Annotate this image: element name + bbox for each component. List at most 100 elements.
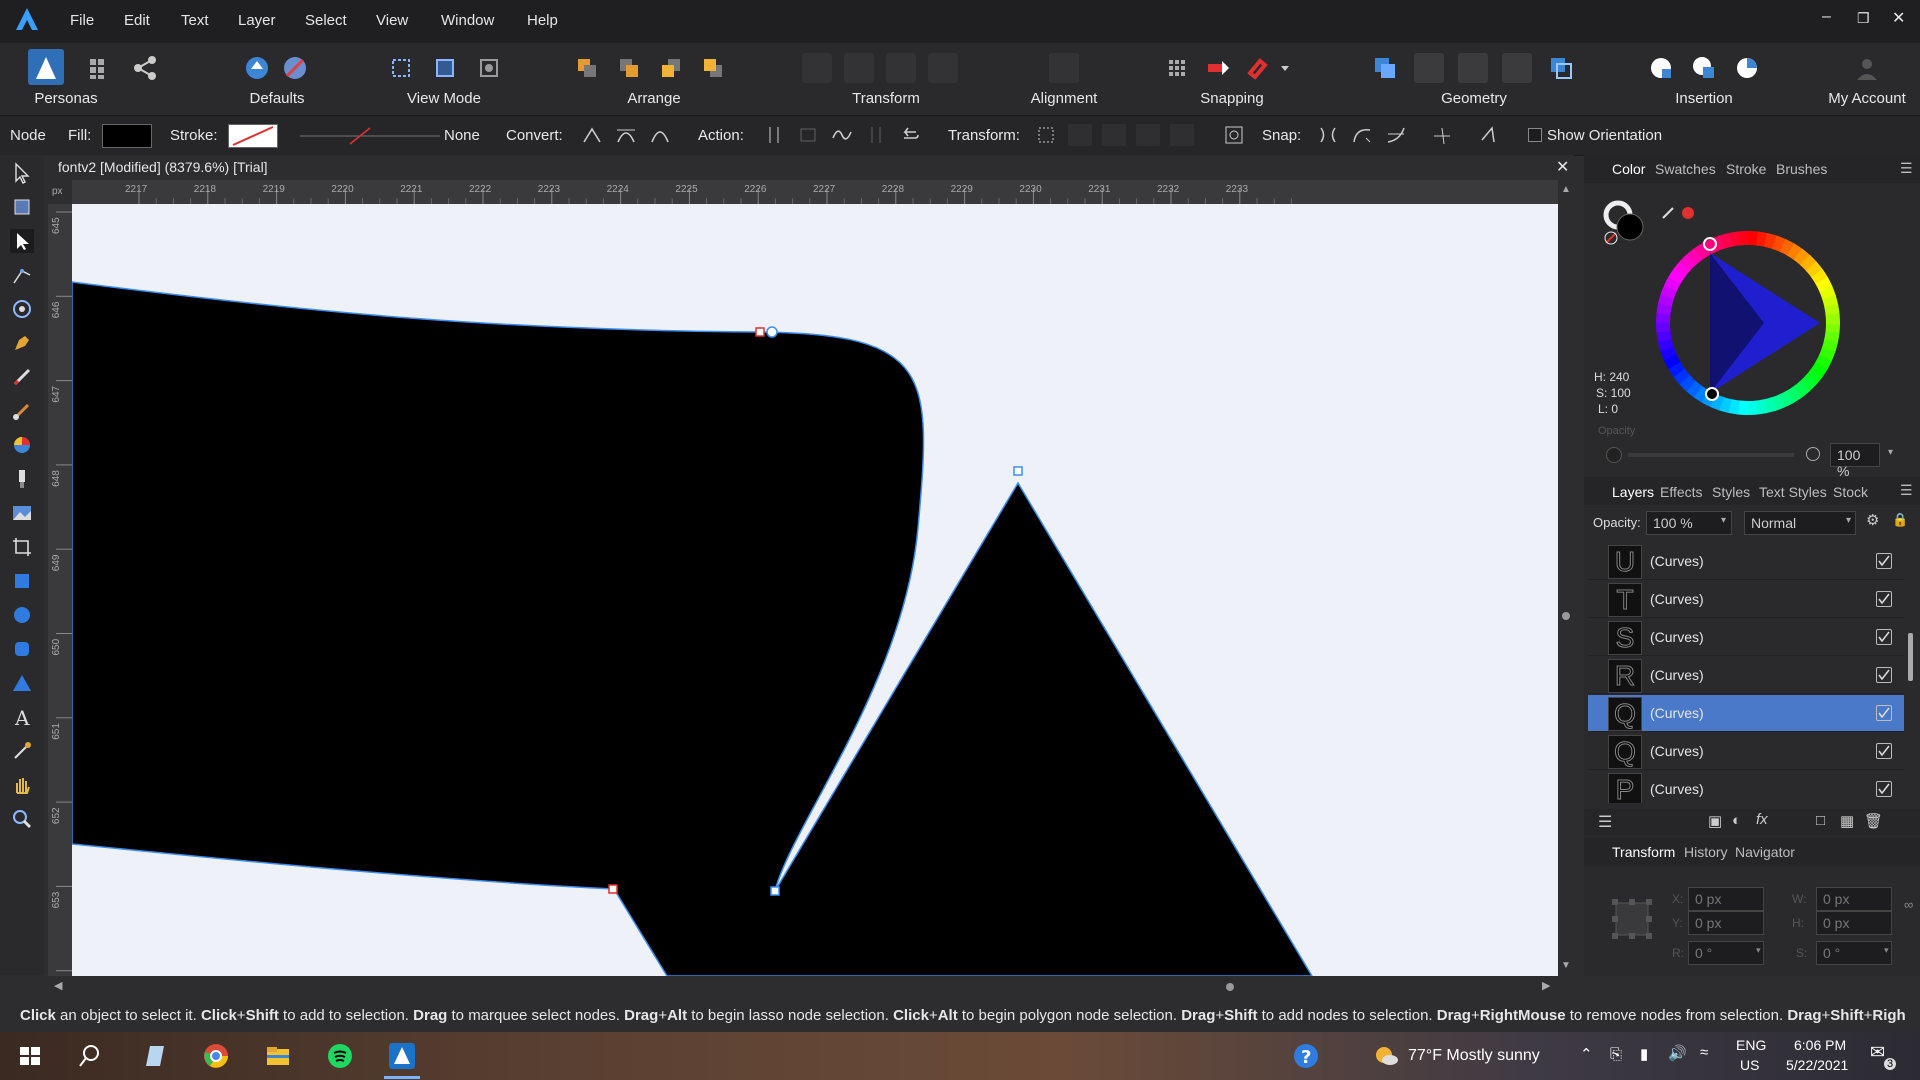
layers-scroll-thumb[interactable] [1908,633,1913,681]
tab-effects[interactable]: Effects [1660,484,1703,500]
weather-sun-icon[interactable] [1372,1042,1400,1070]
node-handle-bottom[interactable] [770,886,780,896]
transform-option-2-icon[interactable] [1068,124,1092,146]
color-wheel[interactable] [1654,229,1842,417]
transform-mode-icon[interactable] [1034,124,1058,146]
snap-option-4-icon[interactable] [1430,124,1454,146]
color-picker-tool-icon[interactable] [10,739,34,763]
layer-visibility-checkbox[interactable] [1876,591,1892,607]
snap-option-2-icon[interactable] [1350,124,1374,146]
restore-icon[interactable]: ❐ [1857,10,1870,27]
layer-visibility-checkbox[interactable] [1876,667,1892,683]
layer-row-selected[interactable]: Q (Curves) [1588,695,1904,732]
account-avatar-icon[interactable] [1852,53,1882,83]
blend-mode-dropdown-icon[interactable]: ▾ [1846,515,1851,526]
add-layer-icon[interactable]: □ [1816,812,1825,829]
language-eng[interactable]: ENG [1736,1037,1766,1053]
transparency-tool-icon[interactable] [10,467,34,491]
affinity-designer-logo-icon[interactable] [14,6,40,32]
clock-time[interactable]: 6:06 PM [1794,1037,1846,1053]
layer-settings-gear-icon[interactable]: ⚙ [1866,511,1879,529]
layer-stack-icon[interactable]: ☰ [1598,812,1612,832]
flip-vertical-icon[interactable] [844,53,874,83]
snapping-magnet-icon[interactable] [1242,53,1272,83]
tab-history[interactable]: History [1684,844,1728,860]
minimize-icon[interactable]: – [1822,8,1831,26]
move-forward-icon[interactable] [656,53,686,83]
view-tool-hand-icon[interactable] [10,773,34,797]
shear-field[interactable]: 0 ° [1816,941,1892,965]
intersect-geometry-icon[interactable] [1458,53,1488,83]
move-back-icon[interactable] [614,53,644,83]
tab-swatches[interactable]: Swatches [1655,161,1716,177]
insert-inside-icon[interactable] [1732,53,1762,83]
fx-layer-icon[interactable]: fx [1756,811,1768,828]
scroll-down-icon[interactable]: ▼ [1561,960,1571,971]
rectangle-tool-icon[interactable] [10,569,34,593]
view-mode-3-icon[interactable] [474,53,504,83]
scroll-up-icon[interactable]: ▲ [1561,184,1571,195]
help-tips-icon[interactable]: ? [1292,1042,1320,1070]
transform-option-4-icon[interactable] [1136,124,1160,146]
layer-row[interactable]: Q (Curves) [1588,733,1904,770]
text-tool-icon[interactable]: A [10,705,34,730]
anchor-selector-icon[interactable] [1610,897,1654,941]
designer-persona-icon[interactable] [28,49,64,85]
delete-layer-icon[interactable]: 🗑 [1864,812,1883,830]
layer-opacity-field[interactable]: 100 % [1646,511,1732,535]
mask-layer-icon[interactable]: ▣ [1708,812,1722,830]
vertical-scrollbar[interactable]: ▲ ▼ [1558,180,1574,976]
stroke-swatch[interactable] [228,124,278,148]
layer-opacity-dropdown-icon[interactable]: ▾ [1721,515,1726,526]
language-us[interactable]: US [1740,1057,1759,1073]
show-orientation-checkbox[interactable] [1528,128,1542,142]
alignment-icon[interactable] [1049,53,1079,83]
tab-layers[interactable]: Layers [1612,484,1654,500]
volume-icon[interactable]: 🔊 [1668,1044,1687,1062]
snap-option-3-icon[interactable] [1384,124,1408,146]
horizontal-ruler[interactable]: 2217 2218 2219 2220 2221 2222 2223 2224 2225 2226… [72,180,1558,205]
menu-view[interactable]: View [376,12,408,29]
tab-navigator[interactable]: Navigator [1735,844,1795,860]
insert-top-icon[interactable] [1689,53,1719,83]
snapping-dropdown-icon[interactable] [1278,53,1292,83]
h-field[interactable]: 0 px [1816,911,1892,935]
vertical-ruler[interactable]: 645646647648649650651652653654 [48,204,72,993]
ellipse-tool-icon[interactable] [10,603,34,627]
transform-rotate-icon[interactable] [1222,124,1246,146]
insert-behind-icon[interactable] [1646,53,1676,83]
layers-menu-icon[interactable]: ☰ [1900,482,1913,499]
zoom-tool-icon[interactable] [10,807,34,831]
pixel-persona-icon[interactable] [84,53,114,83]
menu-file[interactable]: File [70,12,94,29]
xor-geometry-icon[interactable] [1502,53,1532,83]
vertical-scroll-thumb[interactable] [1562,612,1570,620]
adjustment-layer-icon[interactable]: ◐ [1732,812,1741,829]
saturation-handle[interactable] [1705,387,1719,401]
subtract-geometry-icon[interactable] [1414,53,1444,83]
scroll-right-icon[interactable]: ▶ [1542,979,1550,992]
weather-text[interactable]: 77°F Mostly sunny [1408,1047,1540,1065]
tab-transform[interactable]: Transform [1612,844,1675,860]
rotation-dropdown-icon[interactable]: ▾ [1756,945,1761,956]
search-icon[interactable] [76,1042,104,1070]
fill-tool-icon[interactable] [10,433,34,457]
panel-menu-icon[interactable]: ☰ [1900,160,1913,177]
rotation-field[interactable]: 0 ° [1688,941,1764,965]
hue-ring-segment[interactable] [1656,321,1671,333]
node-handle-peak[interactable] [1013,466,1023,476]
rotate-left-icon[interactable] [886,53,916,83]
color-opacity-dropdown-icon[interactable]: ▾ [1888,447,1893,458]
w-field[interactable]: 0 px [1816,887,1892,911]
y-field[interactable]: 0 px [1688,911,1764,935]
transform-option-5-icon[interactable] [1170,124,1194,146]
smooth-curve-icon[interactable] [830,124,854,146]
convert-smooth-icon[interactable] [614,124,638,146]
artboard-tool-icon[interactable] [10,195,34,219]
tab-color[interactable]: Color [1612,161,1645,177]
move-tool-icon[interactable] [10,161,34,185]
rotate-right-icon[interactable] [928,53,958,83]
curve-artwork[interactable] [72,204,1558,976]
transform-option-3-icon[interactable] [1102,124,1126,146]
document-canvas[interactable] [72,204,1558,976]
